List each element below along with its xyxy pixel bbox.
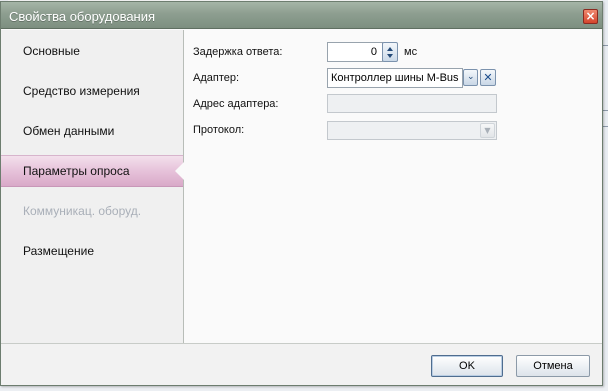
sidebar-item-data-exchange[interactable]: Обмен данными <box>1 115 183 147</box>
sidebar-nav: Основные Средство измерения Обмен данным… <box>1 30 184 343</box>
polling-parameters-panel: Задержка ответа: 0 мс Адаптер: Контролле… <box>185 30 602 343</box>
ok-button[interactable]: OK <box>431 355 503 377</box>
close-icon: × <box>585 9 596 23</box>
adapter-clear-button[interactable]: ✕ <box>480 69 496 86</box>
sidebar-item-label: Размещение <box>23 244 94 258</box>
adapter-label: Адаптер: <box>193 72 240 84</box>
protocol-select <box>327 121 497 140</box>
sidebar-item-label: Параметры опроса <box>23 164 130 178</box>
cancel-button[interactable]: Отмена <box>516 355 590 377</box>
adapter-address-field <box>327 94 497 113</box>
sidebar-item-label: Средство измерения <box>23 84 140 98</box>
chevron-down-icon: ▼ <box>484 126 491 135</box>
response-delay-unit: мс <box>404 46 418 58</box>
dialog-footer: OK Отмена <box>1 343 602 385</box>
protocol-dropdown-button: ▼ <box>480 123 495 138</box>
spin-down-icon[interactable] <box>387 54 393 58</box>
active-item-pointer <box>175 162 184 180</box>
adapter-address-label: Адрес адаптера: <box>193 98 279 110</box>
response-delay-spinner[interactable] <box>382 42 398 62</box>
adapter-select[interactable]: Контроллер шины M-Bus <box>327 68 463 88</box>
dialog-title: Свойства оборудования <box>9 9 156 24</box>
clear-icon: ✕ <box>483 71 493 84</box>
sidebar-item-general[interactable]: Основные <box>1 35 183 67</box>
close-button[interactable]: × <box>583 9 598 24</box>
equipment-properties-dialog: Свойства оборудования × Основные Средств… <box>0 1 603 386</box>
adapter-dropdown-button[interactable]: ⌄ <box>463 69 478 86</box>
sidebar-item-polling-parameters[interactable]: Параметры опроса <box>1 155 184 187</box>
sidebar-item-measuring-instrument[interactable]: Средство измерения <box>1 75 183 107</box>
sidebar-item-label: Коммуникац. оборуд. <box>23 204 142 218</box>
sidebar-item-placement[interactable]: Размещение <box>1 235 183 267</box>
chevron-down-icon: ⌄ <box>467 72 475 82</box>
sidebar-item-label: Основные <box>23 44 80 58</box>
dialog-titlebar[interactable]: Свойства оборудования × <box>1 2 602 29</box>
sidebar-item-communication-equipment: Коммуникац. оборуд. <box>1 195 183 227</box>
response-delay-label: Задержка ответа: <box>193 46 283 58</box>
protocol-label: Протокол: <box>193 124 245 136</box>
response-delay-input[interactable]: 0 <box>327 42 383 62</box>
spin-up-icon[interactable] <box>387 47 393 51</box>
sidebar-item-label: Обмен данными <box>23 124 115 138</box>
